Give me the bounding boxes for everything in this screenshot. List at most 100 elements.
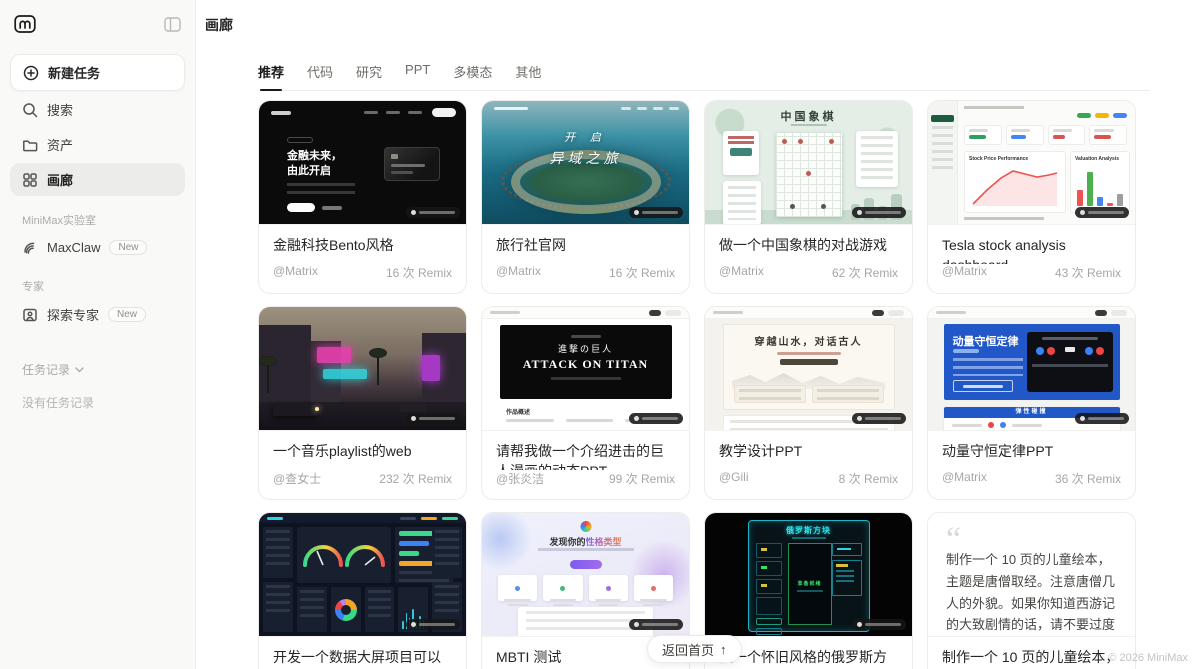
sidebar-item-explore-experts[interactable]: 探索专家 New [10,298,185,331]
card-remix-count: 16 次 Remix [609,264,675,281]
card-remix-count: 62 次 Remix [832,264,898,281]
sidebar-item-maxclaw[interactable]: MaxClaw New [10,232,185,262]
chess-thumbnail: 中国象棋 [705,101,912,225]
minimax-watermark-badge [629,619,683,630]
minimax-watermark-badge [1075,413,1129,424]
minimax-logo-icon [14,14,36,34]
mbti-thumbnail: 发现你的性格类型 [482,513,689,637]
tab-other[interactable]: 其他 [515,62,541,90]
gallery-content: 推荐 代码 研究 PPT 多模态 其他 金融未来，由此开启 金融科技Bento风… [196,62,1200,669]
tesla-thumbnail: Stock Price Performance Valuation Analys… [928,101,1135,225]
fintech-hero-heading: 金融未来，由此开启 [287,149,342,179]
gauges-panel [297,527,391,583]
card-author: @Matrix [942,470,987,487]
card-remix-count: 43 次 Remix [1055,264,1121,281]
minimax-watermark-badge [406,207,460,218]
assets-label: 资产 [47,135,73,154]
gallery-card-travel-site[interactable]: 开 启 异域之旅 旅行社官网 @Matrix 16 次 Remix [481,100,690,294]
expert-icon [22,307,38,323]
tab-ppt[interactable]: PPT [405,62,430,90]
back-to-home-button[interactable]: 返回首页 ↑ [647,635,742,663]
sidebar-item-gallery[interactable]: 画廊 [10,163,185,196]
tab-bar: 推荐 代码 研究 PPT 多模态 其他 [258,62,1150,91]
expert-section-label: 专家 [22,278,173,294]
card-grid: 金融未来，由此开启 金融科技Bento风格 @Matrix 16 次 Remix [258,100,1200,669]
card-title: 请帮我做一个介绍进击的巨人漫画的动态PPT [482,431,689,470]
teaching-title-slide: 穿越山水，对话古人 [723,324,895,410]
titan-title-slide: 進撃の巨人 ATTACK ON TITAN [500,325,672,399]
travel-thumbnail: 开 启 异域之旅 [482,101,689,225]
task-history-toggle[interactable]: 任务记录 [10,361,185,378]
card-remix-count: 232 次 Remix [379,470,452,487]
card-title: 金融科技Bento风格 [259,225,466,255]
card-title: 开发一个数据大屏项目可以通过大屏看到各种有趣的数据，直观 [259,637,466,669]
quote-thumbnail: “ 制作一个 10 页的儿童绘本，主题是唐僧取经。注意唐僧几人的外貌。如果你知道… [928,513,1135,637]
card-author: @Matrix [496,264,541,281]
minimax-watermark-badge [406,619,460,630]
gallery-card-chinese-chess[interactable]: 中国象棋 [704,100,913,294]
sidebar-item-assets[interactable]: 资产 [10,128,185,161]
lab-section-label: MiniMax实验室 [22,212,173,228]
card-remix-count: 99 次 Remix [609,470,675,487]
back-to-home-label: 返回首页 [662,640,714,659]
data-screen-thumbnail [259,513,466,637]
card-title: 动量守恒定律PPT [928,431,1135,461]
gallery-card-tesla-dashboard[interactable]: Stock Price Performance Valuation Analys… [927,100,1136,294]
arrow-up-icon: ↑ [720,642,727,657]
minimax-watermark-badge [852,207,906,218]
fintech-thumbnail: 金融未来，由此开启 [259,101,466,225]
card-remix-count: 16 次 Remix [386,264,452,281]
mbti-start-button-graphic [570,560,602,569]
chess-title: 中国象棋 [705,108,912,124]
card-title: 制作一个 10 页的儿童绘本，主题是唐僧取经 [928,637,1135,669]
titan-thumbnail: 進撃の巨人 ATTACK ON TITAN 作品概述 [482,307,689,431]
minimax-watermark-badge [629,207,683,218]
gallery-card-attack-on-titan-ppt[interactable]: 進撃の巨人 ATTACK ON TITAN 作品概述 请帮我做一个介绍进击的巨人… [481,306,690,500]
page-title: 画廊 [196,0,1200,35]
card-author: @查女士 [273,470,321,487]
card-author: @Matrix [719,264,764,281]
gallery-card-teaching-ppt[interactable]: 穿越山水，对话古人 教学设计PPT @Gili 8 [704,306,913,500]
gallery-card-momentum-ppt[interactable]: 动量守恒定律 [927,306,1136,500]
card-title: 做一个中国象棋的对战游戏 [705,225,912,255]
chevron-down-icon [75,367,84,373]
tetris-thumbnail: 俄罗斯方块 准备就绪 [705,513,912,637]
minimax-watermark-badge [406,413,460,424]
sidebar-item-search[interactable]: 搜索 [10,93,185,126]
tab-multimodal[interactable]: 多模态 [453,62,492,90]
credit-card-graphic [384,147,440,181]
teaching-thumbnail: 穿越山水，对话古人 [705,307,912,431]
tab-research[interactable]: 研究 [356,62,382,90]
task-history-label: 任务记录 [22,361,70,378]
gallery-card-picture-book[interactable]: “ 制作一个 10 页的儿童绘本，主题是唐僧取经。注意唐僧几人的外貌。如果你知道… [927,512,1136,669]
search-label: 搜索 [47,100,73,119]
sidebar-header [10,12,185,34]
gallery-label: 画廊 [47,170,73,189]
folder-icon [22,137,38,153]
quote-text: 制作一个 10 页的儿童绘本，主题是唐僧取经。注意唐僧几人的外貌。如果你知道西游… [946,549,1117,637]
task-history-empty-text: 没有任务记录 [10,394,185,411]
mbti-logo-graphic [580,521,591,532]
grid-icon [22,172,38,188]
momentum-thumbnail: 动量守恒定律 [928,307,1135,431]
gallery-card-fintech-bento[interactable]: 金融未来，由此开启 金融科技Bento风格 @Matrix 16 次 Remix [258,100,467,294]
stock-line-chart: Stock Price Performance [964,151,1066,213]
donut-chart-graphic [331,587,361,632]
new-badge: New [109,240,147,255]
card-remix-count: 36 次 Remix [1055,470,1121,487]
new-task-button[interactable]: 新建任务 [10,54,185,91]
sidebar-collapse-icon[interactable] [164,17,181,32]
minimax-watermark-badge [852,619,906,630]
card-author: @Matrix [942,264,987,281]
tab-recommended[interactable]: 推荐 [258,62,284,90]
mbti-heading: 发现你的性格类型 [482,535,689,548]
sidebar: 新建任务 搜索 资产 画廊 MiniMax实验室 MaxClaw New 专家 … [0,0,196,669]
gallery-card-music-playlist[interactable]: 一个音乐playlist的web @查女士 232 次 Remix [258,306,467,500]
minimax-watermark-badge [852,413,906,424]
chess-board-graphic [776,133,842,217]
tetris-game-frame: 俄罗斯方块 准备就绪 [748,520,870,632]
card-title: Tesla stock analysis dashboard [928,225,1135,264]
tab-code[interactable]: 代码 [307,62,333,90]
card-remix-count: 8 次 Remix [839,470,898,487]
gallery-card-data-screen[interactable]: 开发一个数据大屏项目可以通过大屏看到各种有趣的数据，直观 [258,512,467,669]
